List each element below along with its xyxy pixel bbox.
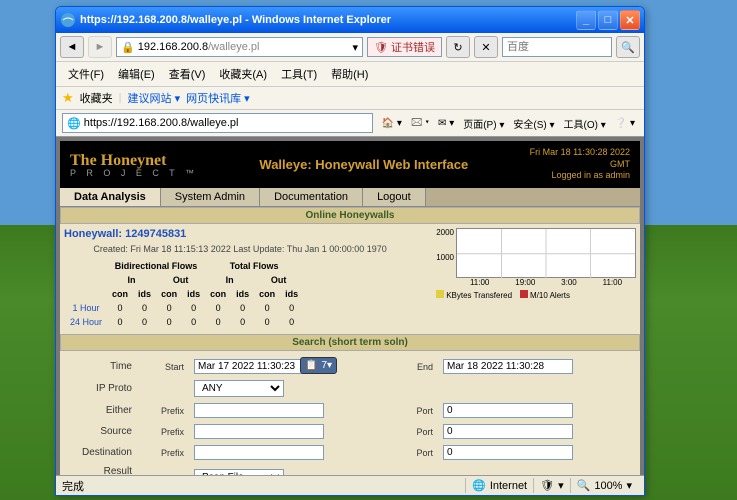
- tab-address[interactable]: 🌐 https://192.168.200.8/walleye.pl: [62, 113, 373, 133]
- honeywall-link[interactable]: Honeywall: 1249745831: [64, 228, 186, 240]
- tab-logout[interactable]: Logout: [363, 188, 426, 206]
- main-tabs: Data Analysis System Admin Documentation…: [60, 188, 640, 207]
- flows-table: Bidirectional FlowsTotal Flows InOutInOu…: [64, 258, 304, 330]
- dest-port-input[interactable]: [443, 445, 573, 460]
- titlebar-text: https://192.168.200.8/walleye.pl - Windo…: [80, 14, 576, 26]
- created-text: Created: Fri Mar 18 11:15:13 2022 Last U…: [64, 244, 416, 254]
- menu-file[interactable]: 文件(F): [62, 64, 110, 84]
- honeywalls-panel: Honeywall: 1249745831 Created: Fri Mar 1…: [60, 224, 640, 334]
- cert-error[interactable]: 🛡证书错误: [367, 37, 442, 57]
- zone-label: Internet: [490, 480, 527, 492]
- help-button[interactable]: ❔ ▾: [612, 117, 638, 130]
- search-form: Time Start 📋7▾ End IP Proto ANY: [60, 351, 640, 475]
- feed-button[interactable]: 🖂 ▾: [408, 114, 432, 133]
- end-time-input[interactable]: [443, 359, 573, 374]
- address-bar[interactable]: 🔒 192.168.200.8 /walleye.pl ▾: [116, 37, 363, 57]
- maximize-button[interactable]: □: [598, 10, 618, 30]
- dest-prefix-input[interactable]: [194, 445, 324, 460]
- back-button[interactable]: ◄: [60, 36, 84, 58]
- source-port-input[interactable]: [443, 424, 573, 439]
- stop-button[interactable]: ✕: [474, 36, 498, 58]
- menu-favorites[interactable]: 收藏夹(A): [213, 64, 273, 84]
- web-slice-link[interactable]: 网页快讯库 ▾: [186, 90, 250, 106]
- tab-documentation[interactable]: Documentation: [260, 188, 363, 206]
- mail-button[interactable]: ✉ ▾: [435, 117, 457, 130]
- address-row: ◄ ► 🔒 192.168.200.8 /walleye.pl ▾ 🛡证书错误 …: [56, 33, 644, 62]
- globe-icon: 🌐: [472, 479, 486, 492]
- online-honeywalls-header: Online Honeywalls: [60, 207, 640, 224]
- ie-icon: [60, 12, 76, 28]
- zoom-control[interactable]: 🔍100%▾: [570, 478, 638, 493]
- forward-button[interactable]: ►: [88, 36, 112, 58]
- minimize-button[interactable]: _: [576, 10, 596, 30]
- page-content: The Honeynet P R O J E C T ™ Walleye: Ho…: [56, 137, 644, 475]
- search-input[interactable]: [502, 37, 612, 57]
- search-button[interactable]: 🔍: [616, 36, 640, 58]
- tab-row: 🌐 https://192.168.200.8/walleye.pl 🏠 ▾ 🖂…: [56, 110, 644, 137]
- source-prefix-input[interactable]: [194, 424, 324, 439]
- either-prefix-input[interactable]: [194, 403, 324, 418]
- page-title: Walleye: Honeywall Web Interface: [198, 157, 530, 172]
- menubar: 文件(F) 编辑(E) 查看(V) 收藏夹(A) 工具(T) 帮助(H): [56, 62, 644, 87]
- flows-chart: 11:0019:003:0011:00: [456, 228, 636, 278]
- result-format-select[interactable]: Pcap File: [194, 469, 284, 475]
- menu-tools[interactable]: 工具(T): [275, 64, 323, 84]
- tools-menu[interactable]: 工具(O) ▾: [561, 115, 609, 132]
- shield-icon: 🛡: [374, 41, 388, 54]
- ie-page-icon: 🌐: [67, 117, 81, 130]
- zoom-icon: 🔍: [577, 479, 591, 492]
- favorites-star-icon[interactable]: ★: [62, 90, 74, 106]
- autocomplete-popup[interactable]: 📋7▾: [300, 357, 337, 374]
- refresh-button[interactable]: ↻: [446, 36, 470, 58]
- menu-help[interactable]: 帮助(H): [325, 64, 374, 84]
- chart-legend: KBytes Transfered M/10 Alerts: [436, 290, 636, 300]
- titlebar[interactable]: https://192.168.200.8/walleye.pl - Windo…: [56, 7, 644, 33]
- login-status: Fri Mar 18 11:30:28 2022 GMT Logged in a…: [530, 147, 630, 182]
- statusbar: 完成 🌐Internet 🛡▾ 🔍100%▾: [56, 475, 644, 495]
- close-button[interactable]: ✕: [620, 10, 640, 30]
- ie-window: https://192.168.200.8/walleye.pl - Windo…: [55, 6, 645, 496]
- search-header: Search (short term soln): [60, 334, 640, 351]
- menu-edit[interactable]: 编辑(E): [112, 64, 161, 84]
- honeynet-banner: The Honeynet P R O J E C T ™ Walleye: Ho…: [60, 141, 640, 188]
- favorites-label[interactable]: 收藏夹: [80, 90, 113, 106]
- tab-system-admin[interactable]: System Admin: [161, 188, 260, 206]
- status-done: 完成: [62, 478, 465, 494]
- tab-data-analysis[interactable]: Data Analysis: [60, 188, 161, 206]
- logo-subtitle: P R O J E C T ™: [70, 168, 198, 178]
- either-port-input[interactable]: [443, 403, 573, 418]
- safety-menu[interactable]: 安全(S) ▾: [510, 115, 557, 132]
- ip-proto-select[interactable]: ANY: [194, 380, 284, 397]
- page-tools: 🏠 ▾ 🖂 ▾ ✉ ▾ 页面(P) ▾ 安全(S) ▾ 工具(O) ▾ ❔ ▾: [379, 114, 638, 133]
- page-menu[interactable]: 页面(P) ▾: [460, 115, 507, 132]
- menu-view[interactable]: 查看(V): [163, 64, 212, 84]
- suggested-sites-link[interactable]: 建议网站 ▾: [128, 90, 181, 106]
- protected-mode-icon: 🛡: [540, 479, 554, 492]
- favorites-bar: ★ 收藏夹 | 建议网站 ▾ 网页快讯库 ▾: [56, 87, 644, 110]
- home-button[interactable]: 🏠 ▾: [379, 117, 405, 130]
